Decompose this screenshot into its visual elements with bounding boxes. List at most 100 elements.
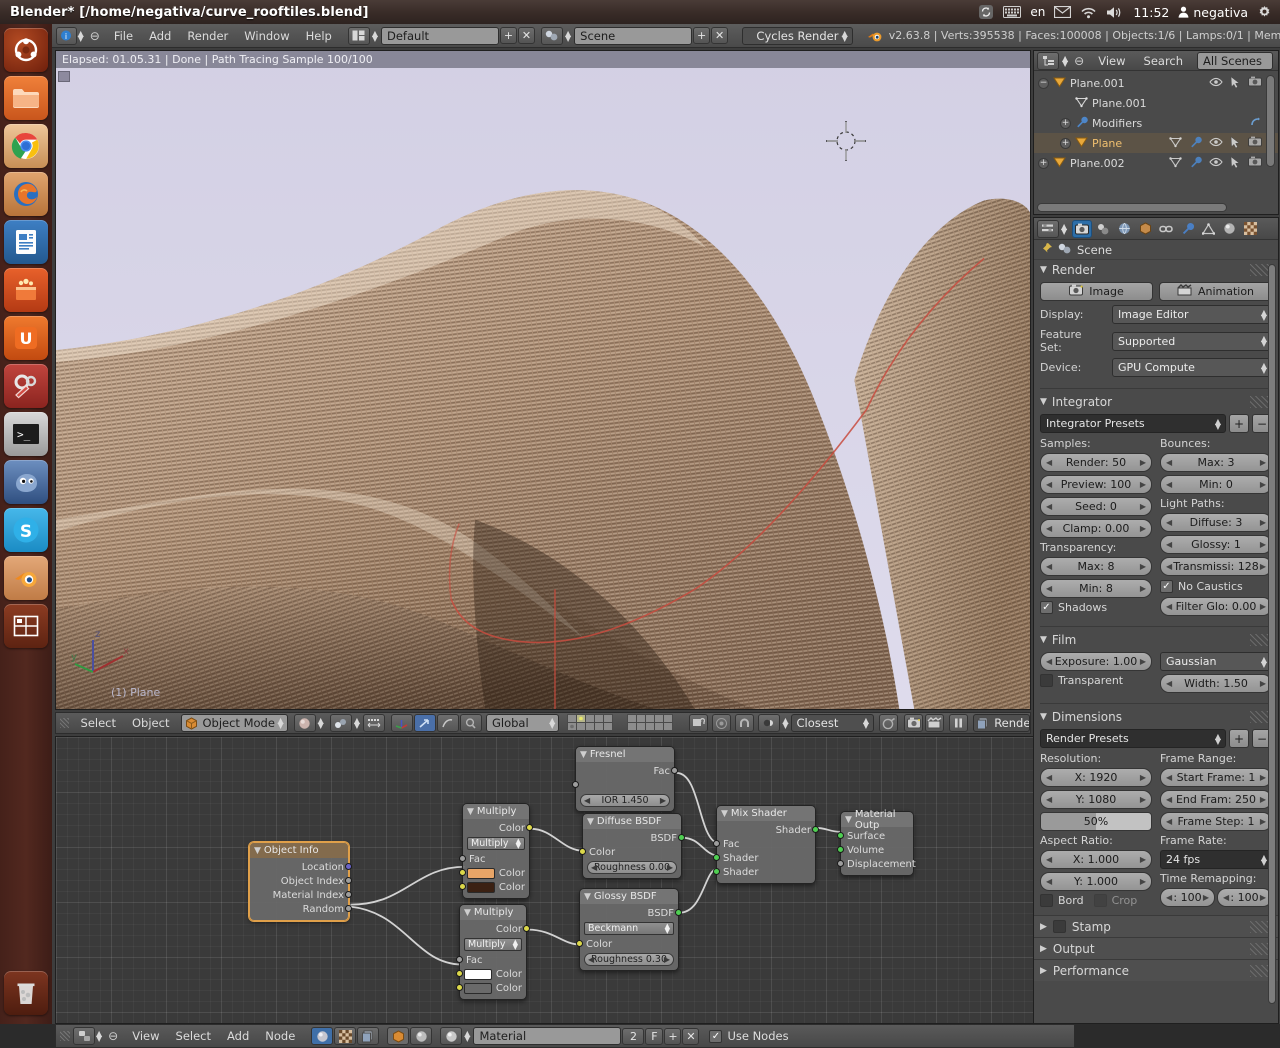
node-input-row[interactable]: Color: [464, 967, 522, 981]
node-operation-select[interactable]: Multiply▲▼: [467, 837, 525, 850]
samples-render[interactable]: ◀Render: 50▶: [1040, 453, 1152, 472]
properties-editor[interactable]: ▲▼: [1033, 217, 1279, 1024]
system-settings-icon[interactable]: [4, 364, 48, 408]
blender-icon[interactable]: [4, 556, 48, 600]
resolution-y[interactable]: ◀Y: 1080▶: [1040, 790, 1152, 809]
render-layer-select[interactable]: RenderLa: [973, 714, 1030, 732]
render-presets-select[interactable]: Render Presets ▲▼: [1040, 729, 1226, 748]
frame-step[interactable]: ◀Frame Step: 1▶: [1160, 812, 1272, 831]
add-screen-layout-button[interactable]: +: [500, 27, 517, 44]
node-collapse-icon[interactable]: ▼: [845, 815, 852, 825]
constraints-tab[interactable]: [1156, 220, 1176, 238]
outliner-display-mode[interactable]: All Scenes: [1197, 52, 1273, 70]
node-header[interactable]: ▼Mix Shader: [717, 806, 815, 821]
node-collapse-icon[interactable]: ▼: [587, 817, 594, 827]
diffuse-bsdf-node[interactable]: ▼Diffuse BSDFBSDFColor◀Roughness 0.00▶: [582, 813, 682, 879]
node-output-row[interactable]: Color: [467, 821, 525, 835]
mesh-data-icon[interactable]: [1169, 136, 1182, 151]
snap-affect-icon[interactable]: [879, 714, 898, 732]
properties-scrollbar[interactable]: [1268, 264, 1276, 1004]
node-socket[interactable]: [456, 956, 463, 963]
snap-element-icon[interactable]: [758, 714, 780, 732]
node-input-row[interactable]: Color: [464, 981, 522, 995]
node-output-row[interactable]: Shader: [721, 823, 811, 837]
outliner-menu-search[interactable]: Search: [1136, 52, 1192, 70]
node-socket[interactable]: [345, 877, 352, 884]
node-socket[interactable]: [526, 824, 533, 831]
add-integrator-preset-button[interactable]: +: [1229, 414, 1249, 433]
layers-grid-icon[interactable]: [567, 714, 683, 732]
menu-add[interactable]: Add: [141, 27, 179, 45]
node-header[interactable]: ▼Material Outp: [841, 812, 913, 827]
scene-spinner[interactable]: ▲▼: [565, 31, 571, 41]
node-color-swatch[interactable]: [467, 882, 495, 893]
node-socket[interactable]: [713, 868, 720, 875]
multiply-rgb-node-top[interactable]: ▼MultiplyColorMultiply▲▼FacColorColor: [462, 803, 530, 899]
node-socket[interactable]: [345, 891, 352, 898]
texture-tab[interactable]: [1240, 220, 1260, 238]
node-color-swatch[interactable]: [467, 868, 495, 879]
node-output-row[interactable]: Fac: [580, 764, 670, 778]
node-input-row[interactable]: Color: [584, 937, 674, 951]
object-info-node[interactable]: ▼Object InfoLocationObject IndexMaterial…: [249, 842, 349, 921]
ubuntu-dash-icon[interactable]: [4, 28, 48, 72]
properties-editor-icon[interactable]: [1037, 220, 1059, 238]
node-menu-view[interactable]: View: [124, 1027, 167, 1045]
keyboard-language-label[interactable]: en: [1030, 5, 1045, 19]
add-scene-button[interactable]: +: [693, 27, 710, 44]
outliner-editor[interactable]: ▲▼ ⊖ View Search All Scenes −Plane.001Pl…: [1033, 50, 1279, 215]
render-tab[interactable]: [1072, 220, 1092, 238]
outliner-hscrollbar[interactable]: [1037, 203, 1227, 212]
node-socket[interactable]: [837, 860, 844, 867]
node-header[interactable]: ▼Multiply: [460, 905, 526, 920]
node-input-row[interactable]: Color: [467, 866, 525, 880]
snap-element-spinner[interactable]: ▲▼: [782, 718, 788, 728]
volume-icon[interactable]: [1106, 6, 1124, 19]
samples-seed[interactable]: ◀Seed: 0▶: [1040, 497, 1152, 516]
scale-manipulator-icon[interactable]: [437, 714, 459, 732]
outliner-row[interactable]: Plane.001: [1034, 93, 1278, 113]
collapse-menu-icon[interactable]: ⊖: [1074, 54, 1084, 68]
display-select[interactable]: Image Editor ▲▼: [1112, 305, 1272, 324]
node-collapse-icon[interactable]: ▼: [580, 750, 587, 760]
node-menu-node[interactable]: Node: [257, 1027, 303, 1045]
cursor-select-icon[interactable]: [1230, 136, 1241, 151]
material-output-node[interactable]: ▼Material OutpSurfaceVolumeDisplacement: [840, 811, 914, 876]
outliner-expander[interactable]: +: [1060, 138, 1071, 149]
light-path-diffuse[interactable]: ◀Diffuse: 3▶: [1160, 513, 1272, 532]
multiply-rgb-node-bottom[interactable]: ▼MultiplyColorMultiply▲▼FacColorColor: [459, 904, 527, 1000]
menu-render[interactable]: Render: [179, 27, 236, 45]
properties-type-spinner[interactable]: ▲▼: [1061, 224, 1067, 234]
node-menu-add[interactable]: Add: [219, 1027, 257, 1045]
viewport-menu-select[interactable]: Select: [73, 714, 124, 732]
shading-spinner[interactable]: ▲▼: [318, 718, 324, 728]
node-color-swatch[interactable]: [464, 983, 492, 994]
world-tab[interactable]: [1135, 220, 1155, 238]
node-socket[interactable]: [459, 869, 466, 876]
render-engine-select[interactable]: Cycles Render ▲▼: [742, 27, 853, 45]
rotate-manipulator-icon[interactable]: [414, 714, 436, 732]
performance-panel-header[interactable]: ▶ Performance: [1034, 959, 1278, 981]
node-header[interactable]: ▼Multiply: [463, 804, 529, 819]
wrench-modifier-icon[interactable]: [1189, 156, 1202, 171]
libreoffice-writer-icon[interactable]: [4, 220, 48, 264]
render-animation-button[interactable]: Animation: [1159, 282, 1272, 301]
data-tab[interactable]: [1198, 220, 1218, 238]
integrator-presets-select[interactable]: Integrator Presets ▲▼: [1040, 414, 1226, 433]
node-collapse-icon[interactable]: ▼: [464, 908, 471, 918]
node-header[interactable]: ▼Glossy BSDF: [580, 889, 678, 904]
outliner-row[interactable]: +Plane: [1034, 133, 1278, 153]
screen-layout-spinner[interactable]: ▲▼: [372, 31, 378, 41]
node-collapse-icon[interactable]: ▼: [467, 807, 474, 817]
node-input-row[interactable]: Displacement: [845, 857, 909, 871]
samples-clamp[interactable]: ◀Clamp: 0.00▶: [1040, 519, 1152, 538]
eye-icon[interactable]: [1209, 157, 1223, 170]
outliner-editor-icon[interactable]: [1037, 52, 1059, 70]
node-socket[interactable]: [837, 832, 844, 839]
node-output-row[interactable]: Object Index: [254, 874, 344, 888]
node-socket[interactable]: [713, 840, 720, 847]
node-input-row[interactable]: Surface: [845, 829, 909, 843]
film-filter-width[interactable]: ◀Width: 1.50▶: [1160, 674, 1272, 693]
node-header[interactable]: ▼Diffuse BSDF: [583, 814, 681, 829]
render-layers-tab[interactable]: [1093, 220, 1113, 238]
